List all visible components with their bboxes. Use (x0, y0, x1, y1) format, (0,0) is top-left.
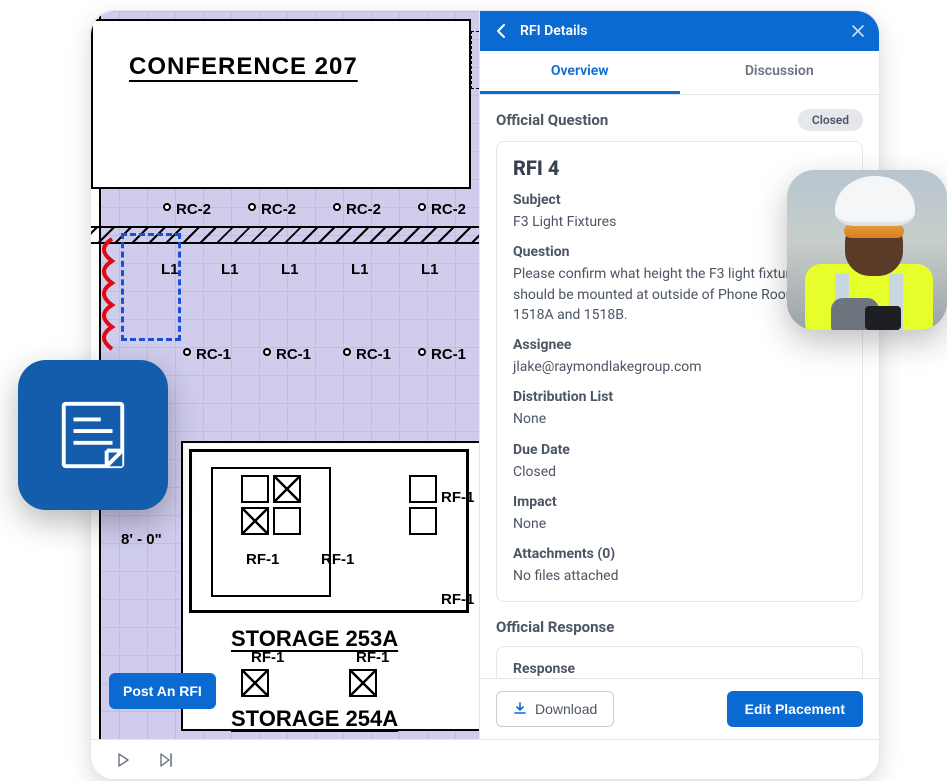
app-frame: CONFERENCE 207 RC-2 RC-2 RC-2 RC-2 L1 L1… (90, 10, 880, 780)
fixture-dot (163, 203, 171, 211)
response-label: Response (513, 661, 846, 677)
back-icon[interactable] (494, 23, 510, 39)
tag-rf1: RF-1 (441, 591, 474, 608)
tag-rf1: RF-1 (321, 551, 354, 568)
tag-rc1: RC-1 (276, 346, 311, 363)
status-badge: Closed (798, 109, 863, 131)
tag-rc1: RC-1 (196, 346, 231, 363)
panel-footer: Download Edit Placement (480, 678, 879, 739)
edit-placement-button[interactable]: Edit Placement (727, 691, 863, 727)
distribution-list-value: None (513, 409, 846, 429)
assignee-label: Assignee (513, 337, 846, 353)
content-row: CONFERENCE 207 RC-2 RC-2 RC-2 RC-2 L1 L1… (91, 11, 879, 739)
rfi-details-panel: RFI Details Overview Discussion Official… (479, 11, 879, 739)
playback-controls (91, 739, 879, 779)
tag-rf1: RF-1 (246, 551, 279, 568)
close-icon[interactable] (851, 24, 865, 38)
play-icon[interactable] (113, 750, 133, 770)
equipment-box (273, 507, 301, 535)
fixture-dot (263, 348, 271, 356)
tag-l1: L1 (421, 261, 439, 278)
assignee-value: jlake@raymondlakegroup.com (513, 357, 846, 377)
fixture-dot (183, 348, 191, 356)
download-button[interactable]: Download (496, 691, 614, 727)
impact-value: None (513, 514, 846, 534)
tag-l1: L1 (351, 261, 369, 278)
equipment-box (409, 475, 437, 503)
equipment-box (241, 507, 269, 535)
tag-l1: L1 (281, 261, 299, 278)
note-icon (54, 396, 132, 474)
equipment-box (409, 507, 437, 535)
selection-box (121, 233, 181, 341)
impact-label: Impact (513, 494, 846, 510)
equipment-box (349, 669, 377, 697)
worker-photo (787, 170, 947, 330)
tag-rc2: RC-2 (346, 201, 381, 218)
due-date-value: Closed (513, 462, 846, 482)
download-label: Download (535, 701, 597, 717)
tag-rc2: RC-2 (261, 201, 296, 218)
tab-discussion[interactable]: Discussion (680, 51, 880, 94)
room-conference-label: CONFERENCE 207 (129, 53, 358, 81)
response-card: Response Confirmed, F3 fixtures should b… (496, 646, 863, 678)
tab-overview[interactable]: Overview (480, 51, 680, 94)
skip-forward-icon[interactable] (157, 750, 177, 770)
room-storage-253a-label: STORAGE 253A (231, 626, 398, 652)
distribution-list-label: Distribution List (513, 389, 846, 405)
panel-header: RFI Details (480, 11, 879, 51)
tag-rf1: RF-1 (441, 489, 474, 506)
attachments-value: No files attached (513, 566, 846, 586)
equipment-box (241, 669, 269, 697)
equipment-box (241, 475, 269, 503)
fixture-dot (418, 203, 426, 211)
door-arc (94, 237, 116, 357)
tag-rc2: RC-2 (431, 201, 466, 218)
app-badge (18, 360, 168, 510)
storage-closet (211, 467, 331, 597)
tag-rc1: RC-1 (356, 346, 391, 363)
official-question-header: Official Question Closed (496, 109, 863, 131)
due-date-label: Due Date (513, 442, 846, 458)
attachments-label: Attachments (0) (513, 546, 846, 562)
tag-rc2: RC-2 (176, 201, 211, 218)
official-question-title: Official Question (496, 111, 608, 129)
fixture-dot (333, 203, 341, 211)
fixture-dot (343, 348, 351, 356)
fixture-dot (248, 203, 256, 211)
download-icon (513, 702, 527, 716)
room-conference (91, 19, 471, 189)
post-rfi-button[interactable]: Post An RFI (109, 673, 216, 709)
tag-l1: L1 (221, 261, 239, 278)
panel-title: RFI Details (520, 23, 841, 39)
fixture-dot (418, 348, 426, 356)
room-storage-254a-label: STORAGE 254A (231, 706, 398, 732)
equipment-box (273, 475, 301, 503)
dimension-8ft: 8' - 0" (121, 531, 162, 548)
official-response-title: Official Response (496, 618, 614, 636)
tabs: Overview Discussion (480, 51, 879, 95)
official-response-header: Official Response (496, 618, 863, 636)
tag-rc1: RC-1 (431, 346, 466, 363)
